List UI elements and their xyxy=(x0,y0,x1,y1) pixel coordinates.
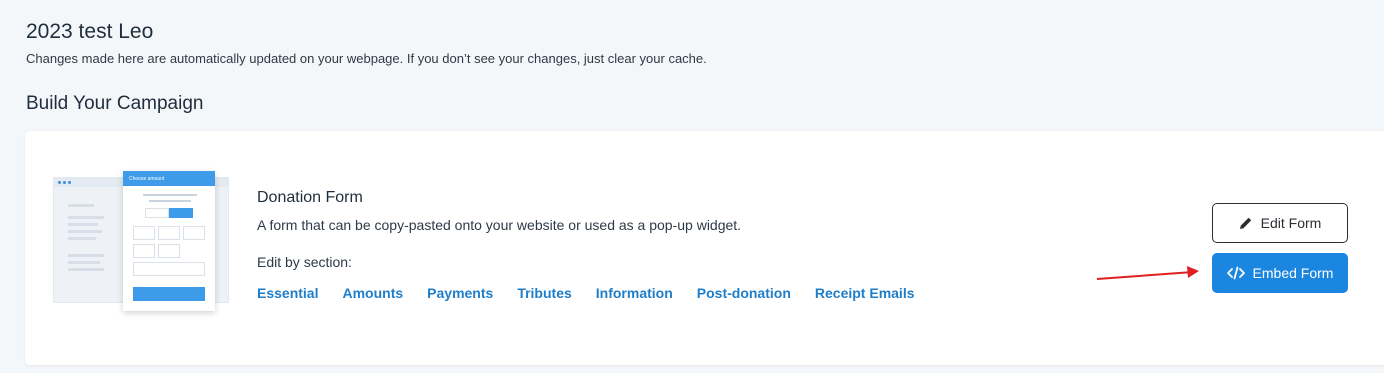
window-dot xyxy=(63,181,66,184)
section-link-information[interactable]: Information xyxy=(596,285,673,301)
page-title: 2023 test Leo xyxy=(26,20,154,43)
section-link-tributes[interactable]: Tributes xyxy=(517,285,571,301)
annotation-arrow xyxy=(1096,266,1199,280)
placeholder-line xyxy=(68,223,98,226)
placeholder-line xyxy=(68,216,104,219)
section-link-receipt-emails[interactable]: Receipt Emails xyxy=(815,285,915,301)
illustration-amount-box xyxy=(183,226,205,240)
illustration-input-box xyxy=(145,208,169,218)
code-icon xyxy=(1226,266,1245,280)
illustration-amount-box xyxy=(133,244,155,258)
edit-form-button[interactable]: Edit Form xyxy=(1212,203,1348,243)
illustration-amount-box xyxy=(133,226,155,240)
illustration-form-header: Choose amount xyxy=(123,171,215,186)
embed-form-label: Embed Form xyxy=(1252,265,1334,281)
pencil-icon xyxy=(1239,216,1253,230)
donation-form-card: Choose amount Donation Form A form that … xyxy=(25,131,1384,365)
form-title: Donation Form xyxy=(257,189,363,206)
illustration-blue-button xyxy=(169,208,193,218)
illustration-form-preview: Choose amount xyxy=(123,171,215,311)
placeholder-line xyxy=(68,230,102,233)
embed-form-button[interactable]: Embed Form xyxy=(1212,253,1348,293)
page-subtitle: Changes made here are automatically upda… xyxy=(26,51,707,66)
window-dot xyxy=(58,181,61,184)
section-link-post-donation[interactable]: Post-donation xyxy=(697,285,791,301)
placeholder-line xyxy=(68,254,104,257)
section-title: Build Your Campaign xyxy=(26,93,204,114)
illustration-submit-button xyxy=(133,287,205,301)
placeholder-line xyxy=(68,268,104,271)
illustration-text-field xyxy=(133,262,205,276)
edit-by-section-label: Edit by section: xyxy=(257,254,352,270)
section-link-payments[interactable]: Payments xyxy=(427,285,493,301)
placeholder-line xyxy=(149,200,191,202)
section-link-essential[interactable]: Essential xyxy=(257,285,318,301)
section-link-amounts[interactable]: Amounts xyxy=(342,285,403,301)
window-dot xyxy=(68,181,71,184)
edit-form-label: Edit Form xyxy=(1260,215,1322,231)
placeholder-line xyxy=(68,261,100,264)
placeholder-line xyxy=(143,194,197,196)
placeholder-line xyxy=(68,204,94,207)
illustration-form-header-label: Choose amount xyxy=(129,176,165,182)
donation-form-illustration: Choose amount xyxy=(53,171,233,311)
illustration-amount-box xyxy=(158,226,180,240)
section-links: Essential Amounts Payments Tributes Info… xyxy=(257,285,939,301)
illustration-amount-box xyxy=(158,244,180,258)
placeholder-line xyxy=(68,237,96,240)
form-description: A form that can be copy-pasted onto your… xyxy=(257,217,742,233)
